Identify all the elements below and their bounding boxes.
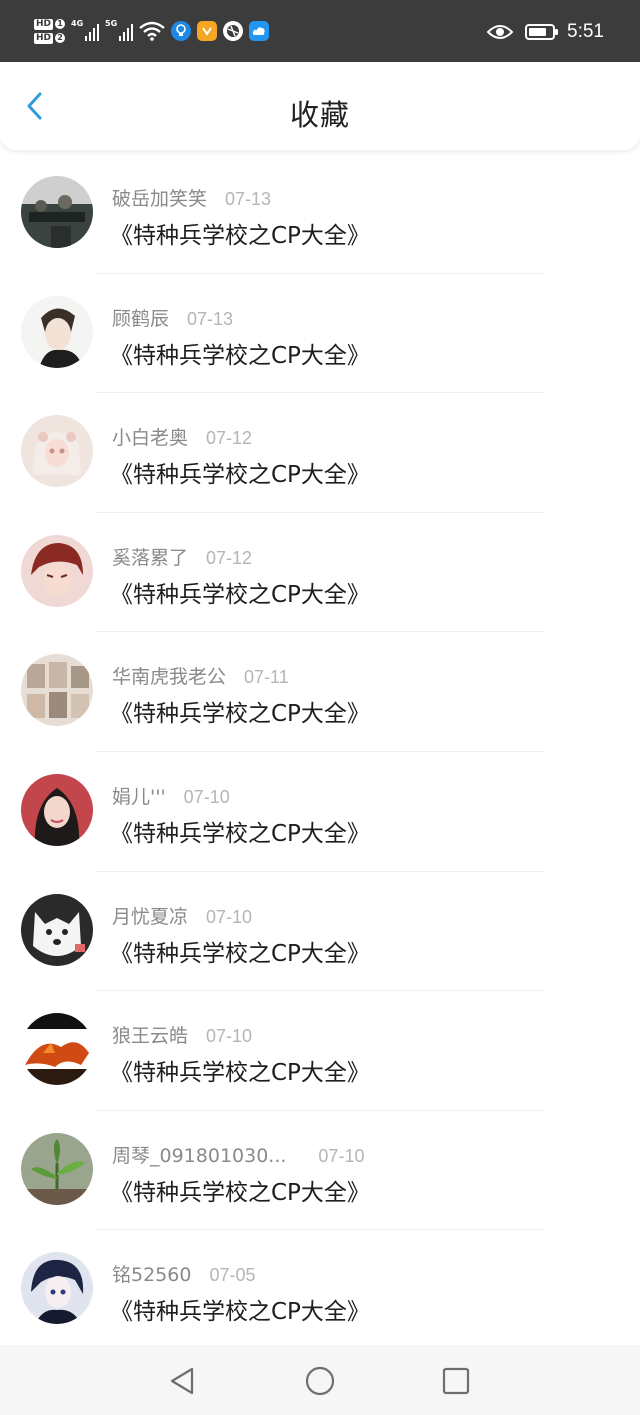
date: 07-10 (206, 1026, 253, 1047)
favorites-list: 破岳加笑笑 07-13 《特种兵学校之CP大全》 顾鹤辰 07-13 《特种兵学校之… (0, 154, 640, 1350)
app-header: 收藏 (0, 62, 640, 150)
date: 07-13 (187, 308, 234, 329)
page-title: 收藏 (289, 98, 350, 132)
bulb-app-icon (171, 21, 192, 41)
date: 07-11 (244, 667, 289, 688)
list-item[interactable]: 周琴_091801030... 07-10 《特种兵学校之CP大全》 (0, 1111, 640, 1231)
username[interactable]: 顾鹤辰 (112, 304, 169, 331)
list-item[interactable]: 铭52560 07-05 《特种兵学校之CP大全》 (0, 1230, 640, 1350)
book-title[interactable]: 《特种兵学校之CP大全》 (110, 814, 370, 848)
sim1-hd-badge: HD (34, 18, 54, 30)
list-item[interactable]: 奚落累了 07-12 《特种兵学校之CP大全》 (0, 513, 640, 633)
avatar[interactable] (21, 893, 93, 966)
list-item[interactable]: 娟儿''' 07-10 《特种兵学校之CP大全》 (0, 752, 640, 872)
square-recents-icon[interactable] (440, 1365, 472, 1397)
book-title[interactable]: 《特种兵学校之CP大全》 (110, 455, 370, 489)
book-title[interactable]: 《特种兵学校之CP大全》 (110, 694, 370, 728)
battery-icon (525, 24, 559, 40)
book-title[interactable]: 《特种兵学校之CP大全》 (110, 934, 370, 968)
network-type-5g: 5G (105, 19, 118, 28)
dual-sim-indicator: HD 1 HD 2 (34, 18, 66, 44)
book-title[interactable]: 《特种兵学校之CP大全》 (110, 216, 370, 250)
username[interactable]: 破岳加笑笑 (112, 184, 207, 211)
date: 07-05 (209, 1265, 256, 1286)
wifi-icon (139, 21, 165, 41)
book-title[interactable]: 《特种兵学校之CP大全》 (110, 1173, 370, 1207)
list-item[interactable]: 华南虎我老公 07-11 《特种兵学校之CP大全》 (0, 632, 640, 752)
circle-home-icon[interactable] (304, 1365, 336, 1397)
shield-app-icon (197, 21, 218, 41)
list-item[interactable]: 破岳加笑笑 07-13 《特种兵学校之CP大全》 (0, 154, 640, 274)
book-title[interactable]: 《特种兵学校之CP大全》 (110, 1292, 370, 1326)
clock: 5:51 (567, 21, 604, 42)
sim1-slot: 1 (55, 19, 66, 29)
list-item[interactable]: 月忧夏凉 07-10 《特种兵学校之CP大全》 (0, 872, 640, 992)
date: 07-10 (318, 1145, 365, 1166)
avatar[interactable] (21, 1013, 93, 1086)
date: 07-10 (206, 906, 253, 927)
username[interactable]: 铭52560 (112, 1260, 191, 1287)
signal-icon: 5G (105, 19, 134, 43)
sim2-hd-badge: HD (34, 32, 54, 44)
avatar[interactable] (21, 176, 93, 248)
triangle-back-icon[interactable] (166, 1365, 198, 1397)
battery-level (529, 28, 546, 36)
avatar[interactable] (21, 1252, 93, 1325)
date: 07-10 (183, 786, 230, 807)
eye-icon (487, 25, 514, 39)
sim2-slot: 2 (55, 33, 66, 43)
book-title[interactable]: 《特种兵学校之CP大全》 (110, 1053, 370, 1087)
date: 07-12 (206, 547, 253, 568)
avatar[interactable] (21, 295, 93, 368)
avatar[interactable] (21, 654, 93, 727)
network-type-4g: 4G (71, 19, 84, 28)
status-bar: HD 1 HD 2 4G 5G 5:51 (0, 0, 640, 62)
list-item[interactable]: 顾鹤辰 07-13 《特种兵学校之CP大全》 (0, 274, 640, 394)
username[interactable]: 娟儿''' (112, 782, 166, 809)
username[interactable]: 小白老奥 (112, 423, 188, 450)
list-item[interactable]: 小白老奥 07-12 《特种兵学校之CP大全》 (0, 393, 640, 513)
username[interactable]: 狼王云皓 (112, 1021, 188, 1048)
avatar[interactable] (21, 773, 93, 846)
date: 07-13 (225, 189, 272, 209)
avatar[interactable] (21, 415, 93, 488)
date: 07-12 (206, 428, 253, 449)
username[interactable]: 月忧夏凉 (112, 902, 188, 929)
book-title[interactable]: 《特种兵学校之CP大全》 (110, 336, 370, 370)
username[interactable]: 华南虎我老公 (112, 662, 226, 689)
list-item[interactable]: 狼王云皓 07-10 《特种兵学校之CP大全》 (0, 991, 640, 1111)
avatar[interactable] (21, 534, 93, 607)
system-nav-bar (0, 1345, 640, 1415)
ball-app-icon (223, 21, 244, 41)
avatar[interactable] (21, 1132, 93, 1205)
username[interactable]: 奚落累了 (112, 543, 188, 570)
book-title[interactable]: 《特种兵学校之CP大全》 (110, 575, 370, 609)
cloud-app-icon (249, 21, 270, 41)
username[interactable]: 周琴_091801030... (112, 1141, 286, 1168)
signal-icon: 4G (71, 19, 100, 43)
